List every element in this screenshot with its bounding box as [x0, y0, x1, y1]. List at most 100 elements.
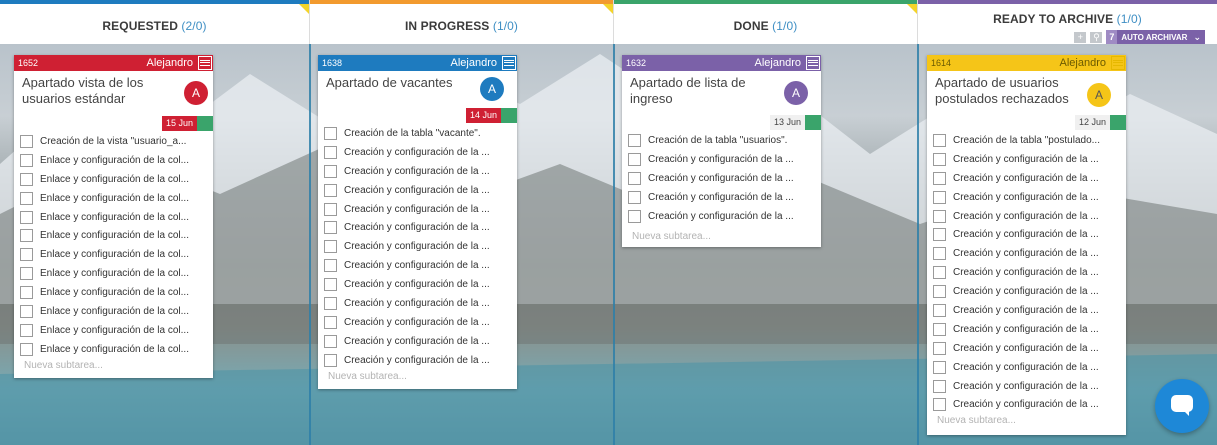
- subtask-checkbox[interactable]: [933, 379, 946, 393]
- card-title[interactable]: Apartado de lista de ingreso: [630, 75, 770, 107]
- subtask-item[interactable]: Creación y configuración de la ...: [318, 294, 517, 313]
- subtask-item[interactable]: Creación y configuración de la ...: [622, 169, 821, 188]
- subtask-checkbox[interactable]: [20, 172, 33, 186]
- column-header-requested[interactable]: REQUESTED (2/0): [0, 0, 310, 44]
- subtask-checkbox[interactable]: [933, 266, 946, 280]
- column-header-in-progress[interactable]: IN PROGRESS (1/0): [310, 0, 614, 44]
- subtask-checkbox[interactable]: [628, 209, 641, 223]
- subtask-checkbox[interactable]: [324, 353, 337, 367]
- task-card[interactable]: 1632 Alejandro Apartado de lista de ingr…: [622, 55, 821, 247]
- hamburger-menu-icon[interactable]: [198, 56, 212, 70]
- subtask-checkbox[interactable]: [933, 247, 946, 261]
- subtask-item[interactable]: Enlace y configuración de la col...: [14, 264, 213, 283]
- subtask-checkbox[interactable]: [933, 152, 946, 166]
- subtask-item[interactable]: Enlace y configuración de la col...: [14, 226, 213, 245]
- subtask-item[interactable]: Creación y configuración de la ...: [927, 207, 1126, 226]
- new-subtask-input[interactable]: Nueva subtarea...: [632, 231, 711, 242]
- subtask-checkbox[interactable]: [628, 171, 641, 185]
- subtask-item[interactable]: Enlace y configuración de la col...: [14, 170, 213, 189]
- subtask-item[interactable]: Creación y configuración de la ...: [318, 237, 517, 256]
- subtask-item[interactable]: Creación de la tabla "postulado...: [927, 131, 1126, 150]
- subtask-checkbox[interactable]: [20, 229, 33, 243]
- subtask-checkbox[interactable]: [324, 296, 337, 310]
- subtask-checkbox[interactable]: [324, 202, 337, 216]
- subtask-checkbox[interactable]: [933, 133, 946, 147]
- subtask-checkbox[interactable]: [324, 259, 337, 273]
- hamburger-menu-icon[interactable]: [1111, 56, 1125, 70]
- card-owner[interactable]: Alejandro: [451, 57, 497, 69]
- due-date[interactable]: 12 Jun: [1074, 115, 1126, 130]
- add-icon[interactable]: +: [1074, 31, 1087, 43]
- task-card[interactable]: 1652 Alejandro Apartado vista de los usu…: [14, 55, 213, 378]
- subtask-item[interactable]: Creación y configuración de la ...: [622, 188, 821, 207]
- subtask-checkbox[interactable]: [628, 133, 641, 147]
- subtask-checkbox[interactable]: [324, 126, 337, 140]
- subtask-item[interactable]: Enlace y configuración de la col...: [14, 208, 213, 227]
- subtask-checkbox[interactable]: [933, 398, 946, 412]
- subtask-checkbox[interactable]: [20, 134, 33, 148]
- subtask-item[interactable]: Creación y configuración de la ...: [318, 351, 517, 370]
- subtask-item[interactable]: Creación y configuración de la ...: [927, 301, 1126, 320]
- subtask-item[interactable]: Creación y configuración de la ...: [622, 150, 821, 169]
- subtask-item[interactable]: Enlace y configuración de la col...: [14, 283, 213, 302]
- subtask-checkbox[interactable]: [933, 190, 946, 204]
- auto-archive-button[interactable]: 7 AUTO ARCHIVAR ⌄: [1106, 30, 1205, 44]
- subtask-checkbox[interactable]: [324, 278, 337, 292]
- card-title[interactable]: Apartado de usuarios postulados rechazad…: [935, 75, 1095, 107]
- subtask-item[interactable]: Creación y configuración de la ...: [927, 358, 1126, 377]
- subtask-checkbox[interactable]: [20, 210, 33, 224]
- subtask-item[interactable]: Enlace y configuración de la col...: [14, 321, 213, 340]
- subtask-checkbox[interactable]: [324, 240, 337, 254]
- due-date[interactable]: 15 Jun: [161, 116, 213, 131]
- subtask-item[interactable]: Creación y configuración de la ...: [927, 282, 1126, 301]
- subtask-item[interactable]: Creación y configuración de la ...: [927, 377, 1126, 396]
- hamburger-menu-icon[interactable]: [806, 56, 820, 70]
- subtask-checkbox[interactable]: [933, 341, 946, 355]
- card-title[interactable]: Apartado vista de los usuarios estándar: [22, 75, 172, 107]
- new-subtask-input[interactable]: Nueva subtarea...: [937, 415, 1016, 426]
- card-title[interactable]: Apartado de vacantes: [326, 75, 476, 91]
- avatar[interactable]: A: [184, 81, 208, 105]
- subtask-item[interactable]: Creación y configuración de la ...: [927, 225, 1126, 244]
- new-subtask-input[interactable]: Nueva subtarea...: [328, 371, 407, 382]
- subtask-item[interactable]: Creación y configuración de la ...: [927, 169, 1126, 188]
- task-card[interactable]: 1614 Alejandro Apartado de usuarios post…: [927, 55, 1126, 435]
- subtask-checkbox[interactable]: [20, 248, 33, 262]
- subtask-checkbox[interactable]: [933, 209, 946, 223]
- subtask-checkbox[interactable]: [628, 190, 641, 204]
- subtask-item[interactable]: Creación y configuración de la ...: [318, 313, 517, 332]
- subtask-item[interactable]: Creación y configuración de la ...: [318, 162, 517, 181]
- subtask-checkbox[interactable]: [20, 191, 33, 205]
- subtask-checkbox[interactable]: [933, 322, 946, 336]
- column-header-ready-to-archive[interactable]: READY TO ARCHIVE (1/0) + ⚲ 7 AUTO ARCHIV…: [918, 0, 1217, 44]
- subtask-item[interactable]: Enlace y configuración de la col...: [14, 151, 213, 170]
- hamburger-menu-icon[interactable]: [502, 56, 516, 70]
- subtask-item[interactable]: Creación y configuración de la ...: [318, 143, 517, 162]
- subtask-checkbox[interactable]: [324, 315, 337, 329]
- chevron-down-icon[interactable]: ⌄: [1193, 32, 1201, 43]
- subtask-checkbox[interactable]: [20, 342, 33, 356]
- subtask-item[interactable]: Creación y configuración de la ...: [622, 207, 821, 226]
- subtask-item[interactable]: Creación y configuración de la ...: [927, 395, 1126, 414]
- card-owner[interactable]: Alejandro: [147, 57, 193, 69]
- subtask-checkbox[interactable]: [20, 323, 33, 337]
- subtask-item[interactable]: Creación y configuración de la ...: [927, 150, 1126, 169]
- card-owner[interactable]: Alejandro: [1060, 57, 1106, 69]
- avatar[interactable]: A: [784, 81, 808, 105]
- subtask-checkbox[interactable]: [20, 267, 33, 281]
- avatar[interactable]: A: [480, 77, 504, 101]
- due-date[interactable]: 14 Jun: [465, 108, 517, 123]
- subtask-item[interactable]: Creación y configuración de la ...: [318, 218, 517, 237]
- subtask-checkbox[interactable]: [933, 285, 946, 299]
- subtask-item[interactable]: Creación de la tabla "vacante".: [318, 124, 517, 143]
- due-date[interactable]: 13 Jun: [769, 115, 821, 130]
- task-card[interactable]: 1638 Alejandro Apartado de vacantes A 14…: [318, 55, 517, 389]
- subtask-checkbox[interactable]: [324, 164, 337, 178]
- card-owner[interactable]: Alejandro: [755, 57, 801, 69]
- subtask-item[interactable]: Creación y configuración de la ...: [927, 339, 1126, 358]
- subtask-item[interactable]: Creación y configuración de la ...: [927, 263, 1126, 282]
- subtask-checkbox[interactable]: [933, 303, 946, 317]
- subtask-item[interactable]: Creación y configuración de la ...: [318, 332, 517, 351]
- subtask-checkbox[interactable]: [933, 171, 946, 185]
- avatar[interactable]: A: [1087, 83, 1111, 107]
